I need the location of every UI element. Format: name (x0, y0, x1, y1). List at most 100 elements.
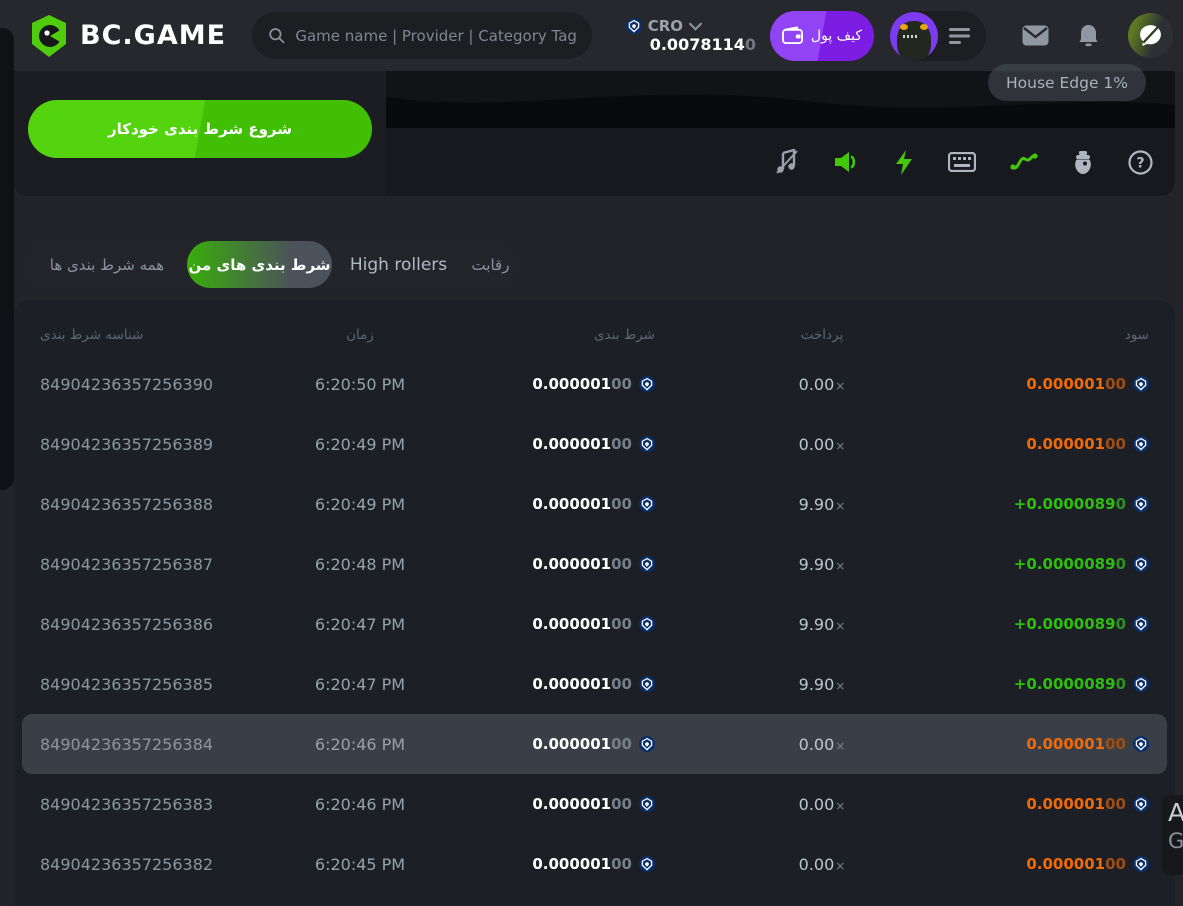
search-icon (268, 26, 285, 45)
bet-payout: 9.90× (655, 495, 989, 514)
turbo-bet-icon[interactable] (894, 149, 914, 176)
tab-high-rollers[interactable]: High rollers (332, 255, 465, 275)
overlay-line1: A (1168, 798, 1183, 827)
wallet-button[interactable]: كيف پول (770, 11, 874, 61)
top-navbar: BC.GAME CRO 0.00781140 كيف پول (0, 0, 1183, 71)
bet-profit: +0.00000890 (989, 495, 1149, 513)
currency-code: CRO (648, 17, 683, 35)
page: BC.GAME CRO 0.00781140 كيف پول (0, 0, 1183, 906)
seeds-icon[interactable] (1072, 150, 1094, 175)
clipped-edge-overlay: A G (1162, 795, 1183, 875)
chat-slash-icon (1138, 23, 1163, 48)
bet-payout: 0.00× (655, 435, 989, 454)
bet-profit: 0.00000100 (989, 855, 1149, 873)
cro-coin-icon (639, 736, 655, 752)
bet-amount: 0.00000100 (440, 615, 655, 633)
bet-profit: +0.00000890 (989, 555, 1149, 573)
bet-profit: 0.00000100 (989, 435, 1149, 453)
support-chat-button[interactable] (1128, 13, 1173, 58)
tab-competition[interactable]: رقابت (465, 256, 516, 274)
table-row[interactable]: 84904236357256384 6:20:46 PM 0.00000100 … (22, 714, 1167, 774)
bet-payout: 9.90× (655, 555, 989, 574)
bcgame-logo-icon (28, 14, 70, 58)
bets-tabs: همه شرط بندی ها شرط بندی های من High rol… (27, 241, 516, 288)
cro-coin-icon (1133, 376, 1149, 392)
autobet-panel: شروع شرط بندی خودكار (14, 71, 386, 196)
avatar[interactable] (890, 12, 938, 60)
bell-icon[interactable] (1077, 24, 1100, 48)
bet-amount: 0.00000100 (440, 435, 655, 453)
bet-id: 84904236357256382 (40, 855, 280, 874)
table-row[interactable]: 84904236357256385 6:20:47 PM 0.00000100 … (22, 654, 1167, 714)
bet-time: 6:20:48 PM (280, 555, 440, 574)
table-row[interactable]: 84904236357256386 6:20:47 PM 0.00000100 … (22, 594, 1167, 654)
brand-logo[interactable]: BC.GAME (28, 14, 226, 58)
bet-profit: +0.00000890 (989, 615, 1149, 633)
wallet-icon (782, 26, 803, 45)
bet-id: 84904236357256385 (40, 675, 280, 694)
tab-my-bets[interactable]: شرط بندی های من (187, 241, 332, 288)
avatar-character (897, 21, 931, 60)
help-icon[interactable]: ? (1128, 150, 1153, 175)
bet-id: 84904236357256387 (40, 555, 280, 574)
bet-time: 6:20:46 PM (280, 735, 440, 754)
live-stats-icon[interactable] (1010, 152, 1038, 172)
bet-profit: +0.00000890 (989, 675, 1149, 693)
sound-on-icon[interactable] (833, 150, 860, 174)
bet-time: 6:20:47 PM (280, 615, 440, 634)
cro-coin-icon (626, 18, 642, 34)
overlay-line2: G (1168, 829, 1183, 853)
bet-payout: 0.00× (655, 735, 989, 754)
table-row[interactable]: 84904236357256390 6:20:50 PM 0.00000100 … (22, 354, 1167, 414)
bet-amount: 0.00000100 (440, 855, 655, 873)
cro-coin-icon (639, 796, 655, 812)
bet-time: 6:20:49 PM (280, 495, 440, 514)
bet-id: 84904236357256388 (40, 495, 280, 514)
bet-id: 84904236357256389 (40, 435, 280, 454)
bet-profit: 0.00000100 (989, 375, 1149, 393)
bet-time: 6:20:45 PM (280, 855, 440, 874)
start-autobet-button[interactable]: شروع شرط بندی خودكار (28, 100, 372, 158)
svg-text:?: ? (1136, 155, 1144, 171)
mail-icon[interactable] (1022, 25, 1049, 46)
chevron-down-icon (689, 22, 702, 31)
bet-amount: 0.00000100 (440, 555, 655, 573)
currency-selector[interactable]: CRO 0.00781140 (626, 17, 756, 54)
cro-coin-icon (639, 676, 655, 692)
search-input[interactable] (295, 27, 576, 45)
bets-table: شناسه شرط بندی زمان شرط بندی پرداخت سود … (14, 300, 1175, 906)
cro-coin-icon (1133, 496, 1149, 512)
bet-amount: 0.00000100 (440, 795, 655, 813)
header-bet-id: شناسه شرط بندی (40, 327, 280, 343)
brand-name: BC.GAME (80, 20, 226, 51)
bet-amount: 0.00000100 (440, 675, 655, 693)
tab-all-bets[interactable]: همه شرط بندی ها (27, 256, 187, 274)
table-row[interactable]: 84904236357256383 6:20:46 PM 0.00000100 … (22, 774, 1167, 834)
table-row[interactable]: 84904236357256388 6:20:49 PM 0.00000100 … (22, 474, 1167, 534)
cro-coin-icon (639, 376, 655, 392)
table-body: 84904236357256390 6:20:50 PM 0.00000100 … (14, 354, 1175, 894)
cro-coin-icon (1133, 736, 1149, 752)
table-header: شناسه شرط بندی زمان شرط بندی پرداخت سود (22, 316, 1167, 354)
bet-time: 6:20:50 PM (280, 375, 440, 394)
cro-coin-icon (639, 856, 655, 872)
bet-payout: 9.90× (655, 615, 989, 634)
game-controls-bar: ? (386, 128, 1175, 196)
hotkeys-icon[interactable] (948, 152, 976, 172)
side-drawer-edge[interactable] (0, 28, 14, 490)
header-bet: شرط بندی (440, 327, 655, 343)
music-off-icon[interactable] (775, 149, 799, 175)
cro-coin-icon (639, 496, 655, 512)
cro-coin-icon (1133, 856, 1149, 872)
wallet-balance: 0.00781140 (650, 35, 756, 54)
bet-amount: 0.00000100 (440, 375, 655, 393)
bet-time: 6:20:46 PM (280, 795, 440, 814)
bet-list-icon[interactable] (948, 27, 972, 45)
bet-payout: 0.00× (655, 795, 989, 814)
game-search[interactable] (252, 12, 592, 59)
cro-coin-icon (1133, 556, 1149, 572)
table-row[interactable]: 84904236357256389 6:20:49 PM 0.00000100 … (22, 414, 1167, 474)
table-row[interactable]: 84904236357256382 6:20:45 PM 0.00000100 … (22, 834, 1167, 894)
table-row[interactable]: 84904236357256387 6:20:48 PM 0.00000100 … (22, 534, 1167, 594)
cro-coin-icon (639, 436, 655, 452)
